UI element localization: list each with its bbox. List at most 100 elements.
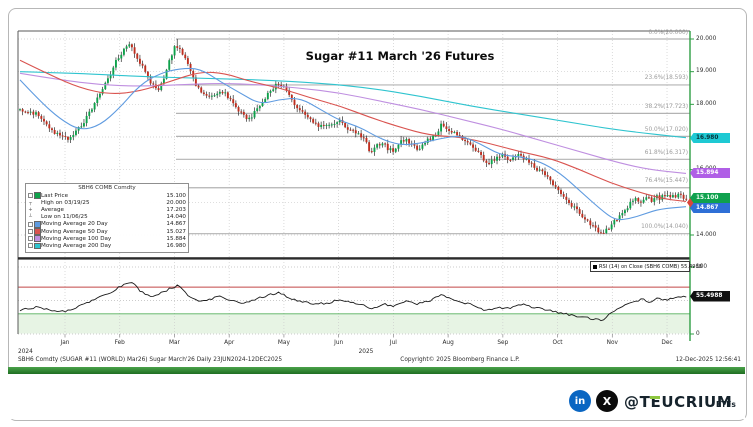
legend-label: High on 03/19/25	[41, 199, 90, 206]
fib-label: 100.0%(14.040)	[641, 224, 688, 231]
chart-timestamp: 12-Dec-2025 12:56:41	[675, 357, 741, 363]
candle-body	[373, 147, 376, 152]
candle-body	[53, 130, 56, 134]
candle-body	[453, 132, 456, 134]
handle-char: T	[639, 393, 651, 411]
candle-body	[671, 195, 674, 198]
candle-body	[269, 90, 272, 93]
legend-label: Moving Average 100 Day	[41, 235, 112, 242]
candle-body	[237, 107, 240, 112]
month-label-nov: Nov	[606, 340, 618, 346]
candle-body	[258, 106, 261, 109]
candle-body	[309, 117, 312, 120]
candle-body	[27, 112, 29, 114]
screenshot-stage: Sugar #11 March '26 Futures SBH6 COMB Co…	[0, 0, 753, 427]
rsi-study-label: RSI (14) on Close (SBH6 COMB) 55.4988	[590, 261, 702, 272]
candle-body	[397, 144, 400, 149]
last-marker-icon	[28, 192, 41, 199]
candle-body	[48, 124, 51, 129]
candle-body	[32, 111, 35, 115]
candle-body	[45, 121, 48, 125]
ma-color-swatch-icon	[28, 228, 41, 235]
candle-body	[314, 122, 317, 124]
legend-row: Moving Average 20 Day 14.867	[28, 221, 186, 228]
year-label-2025: 2025	[358, 348, 374, 355]
candle-body	[322, 124, 325, 126]
candle-body	[250, 117, 253, 119]
legend-label: Moving Average 20 Day	[41, 221, 108, 228]
candle-body	[178, 47, 181, 49]
candle-body	[445, 126, 448, 129]
handle-char: U	[661, 393, 675, 411]
candle-body	[224, 92, 227, 94]
candle-body	[69, 137, 72, 140]
ma-color-swatch-icon	[28, 221, 41, 228]
candle-body	[112, 67, 115, 75]
candle-body	[482, 154, 485, 161]
month-label-mar: Mar	[168, 340, 180, 346]
candle-body	[51, 128, 53, 131]
candle-body	[61, 135, 64, 137]
price-badge: 15.894	[690, 167, 730, 179]
candle-body	[666, 194, 669, 197]
candle-body	[317, 123, 320, 127]
candle-body	[170, 55, 173, 61]
legend-label: Moving Average 50 Day	[41, 228, 108, 235]
candle-body	[442, 123, 445, 127]
candle-body	[624, 210, 626, 214]
candle-body	[234, 103, 237, 108]
candle-body	[253, 111, 256, 118]
candle-body	[488, 162, 490, 165]
candle-body	[554, 185, 557, 187]
candle-body	[362, 137, 365, 139]
month-label-dec: Dec	[661, 340, 673, 346]
y-tick-label: 14.000	[696, 231, 717, 238]
candle-body	[138, 58, 141, 64]
candle-body	[512, 157, 514, 160]
ma-color-swatch-icon	[28, 235, 41, 243]
candle-body	[264, 99, 267, 103]
candle-body	[312, 119, 315, 123]
rsi-value-badge: 55.4988	[690, 291, 730, 302]
candle-body	[472, 144, 474, 148]
candle-body	[168, 60, 171, 70]
candle-body	[346, 127, 349, 130]
candle-body	[634, 198, 637, 201]
low-marker-icon: ┴	[28, 214, 32, 221]
candle-body	[584, 217, 586, 220]
price-badge: 16.980	[690, 132, 730, 144]
y-tick-label: 18.000	[696, 100, 717, 107]
candle-body	[240, 111, 243, 113]
linkedin-glyph: in	[574, 395, 586, 407]
fib-label: 61.8%(16.317)	[644, 149, 688, 156]
x-twitter-icon[interactable]: X	[596, 390, 618, 412]
candle-body	[376, 144, 379, 148]
candle-body	[19, 109, 21, 111]
candle-body	[639, 201, 642, 203]
candle-body	[75, 130, 77, 135]
candle-body	[509, 159, 512, 161]
rsi-swatch-icon	[593, 264, 597, 269]
candle-body	[485, 160, 488, 163]
candle-body	[304, 111, 307, 115]
candle-body	[272, 89, 275, 91]
candle-body	[552, 180, 554, 186]
linkedin-icon[interactable]: in	[569, 390, 591, 412]
month-label-feb: Feb	[114, 340, 125, 346]
candle-body	[40, 116, 43, 119]
candle-body	[205, 93, 208, 96]
candle-body	[330, 124, 333, 126]
candle-body	[669, 194, 672, 198]
legend-value: 15.027	[166, 228, 186, 235]
teucrium-etfs-suffix: ETFs	[716, 400, 736, 409]
candle-body	[229, 98, 232, 100]
candle-body	[378, 144, 381, 146]
legend-label: Moving Average 200 Day	[41, 242, 112, 249]
candle-body	[216, 93, 219, 96]
avg-marker-icon: +	[28, 206, 33, 213]
candle-body	[242, 111, 245, 115]
rsi-tick-label-0: 0	[696, 330, 700, 337]
candle-body	[208, 95, 211, 97]
month-label-jan: Jan	[60, 340, 70, 346]
candle-body	[384, 143, 387, 145]
